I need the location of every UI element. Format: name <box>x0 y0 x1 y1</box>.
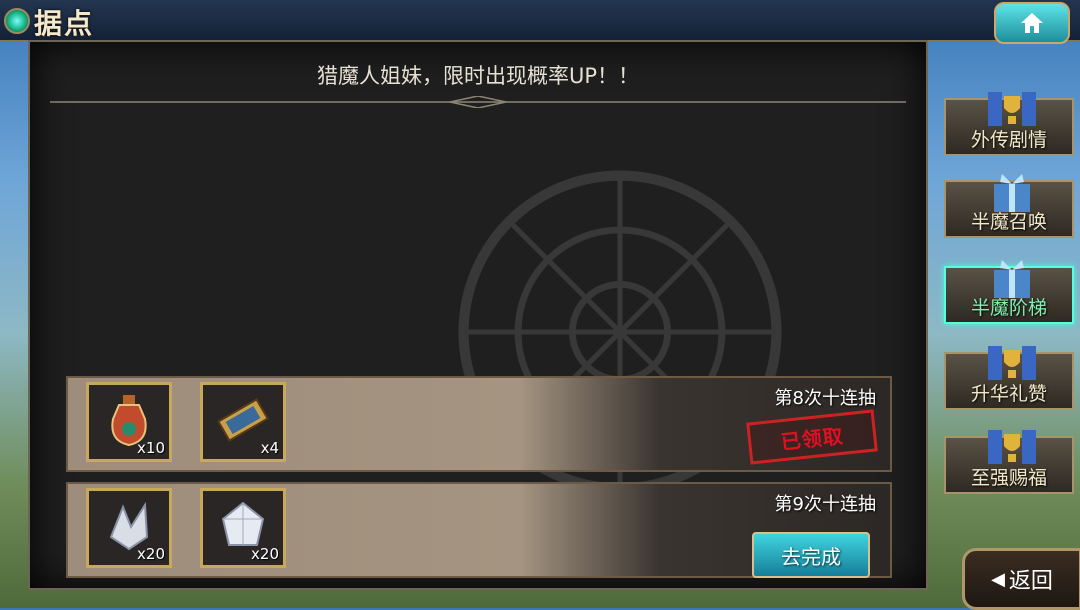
side-menu-ladder[interactable]: 半魔阶梯 <box>944 260 1074 324</box>
side-menu-blessing[interactable]: 至强赐福 <box>944 430 1074 494</box>
item-quantity: x20 <box>251 545 279 563</box>
orb-icon <box>4 8 30 34</box>
home-icon <box>1021 13 1043 33</box>
home-button[interactable] <box>994 2 1070 44</box>
title-divider <box>50 96 906 108</box>
page-title: 据点 <box>34 7 95 40</box>
side-menu-label: 半魔召唤 <box>970 211 1047 233</box>
side-menu-label: 升华礼赞 <box>970 383 1047 405</box>
side-menu-label: 半魔阶梯 <box>970 297 1047 319</box>
reward-row-8: x10 x4 第8次十连抽 已领取 <box>66 376 892 472</box>
item-quantity: x20 <box>137 545 165 563</box>
row-title: 第8次十连抽 <box>774 388 876 409</box>
side-menu-ascension[interactable]: 升华礼赞 <box>944 346 1074 410</box>
panel-title: 猎魔人姐妹，限时出现概率UP！！ <box>316 64 640 88</box>
event-panel: 猎魔人姐妹，限时出现概率UP！！ x10 x4 第8次十连抽 已领取 x20 x… <box>28 40 928 590</box>
side-menu-label: 至强赐福 <box>970 467 1047 489</box>
reward-item-crystal-shard[interactable]: x20 <box>86 488 172 568</box>
claimed-stamp: 已领取 <box>746 409 878 465</box>
back-arrow-icon: ◀ <box>991 568 1005 590</box>
side-menu-side-story[interactable]: 外传剧情 <box>944 92 1074 156</box>
reward-item-crystal-gem[interactable]: x20 <box>200 488 286 568</box>
reward-item-ticket[interactable]: x4 <box>200 382 286 462</box>
back-button[interactable]: ◀ 返回 <box>962 548 1080 610</box>
row-title: 第9次十连抽 <box>774 494 876 515</box>
top-bar: 据点 <box>0 0 1080 44</box>
side-menu-summon[interactable]: 半魔召唤 <box>944 174 1074 238</box>
reward-row-9: x20 x20 第9次十连抽 去完成 <box>66 482 892 578</box>
reward-item-potion[interactable]: x10 <box>86 382 172 462</box>
item-quantity: x10 <box>137 439 165 457</box>
side-menu-label: 外传剧情 <box>970 129 1047 151</box>
go-complete-button[interactable]: 去完成 <box>752 532 870 578</box>
back-label: 返回 <box>1008 569 1053 594</box>
item-quantity: x4 <box>260 439 279 457</box>
